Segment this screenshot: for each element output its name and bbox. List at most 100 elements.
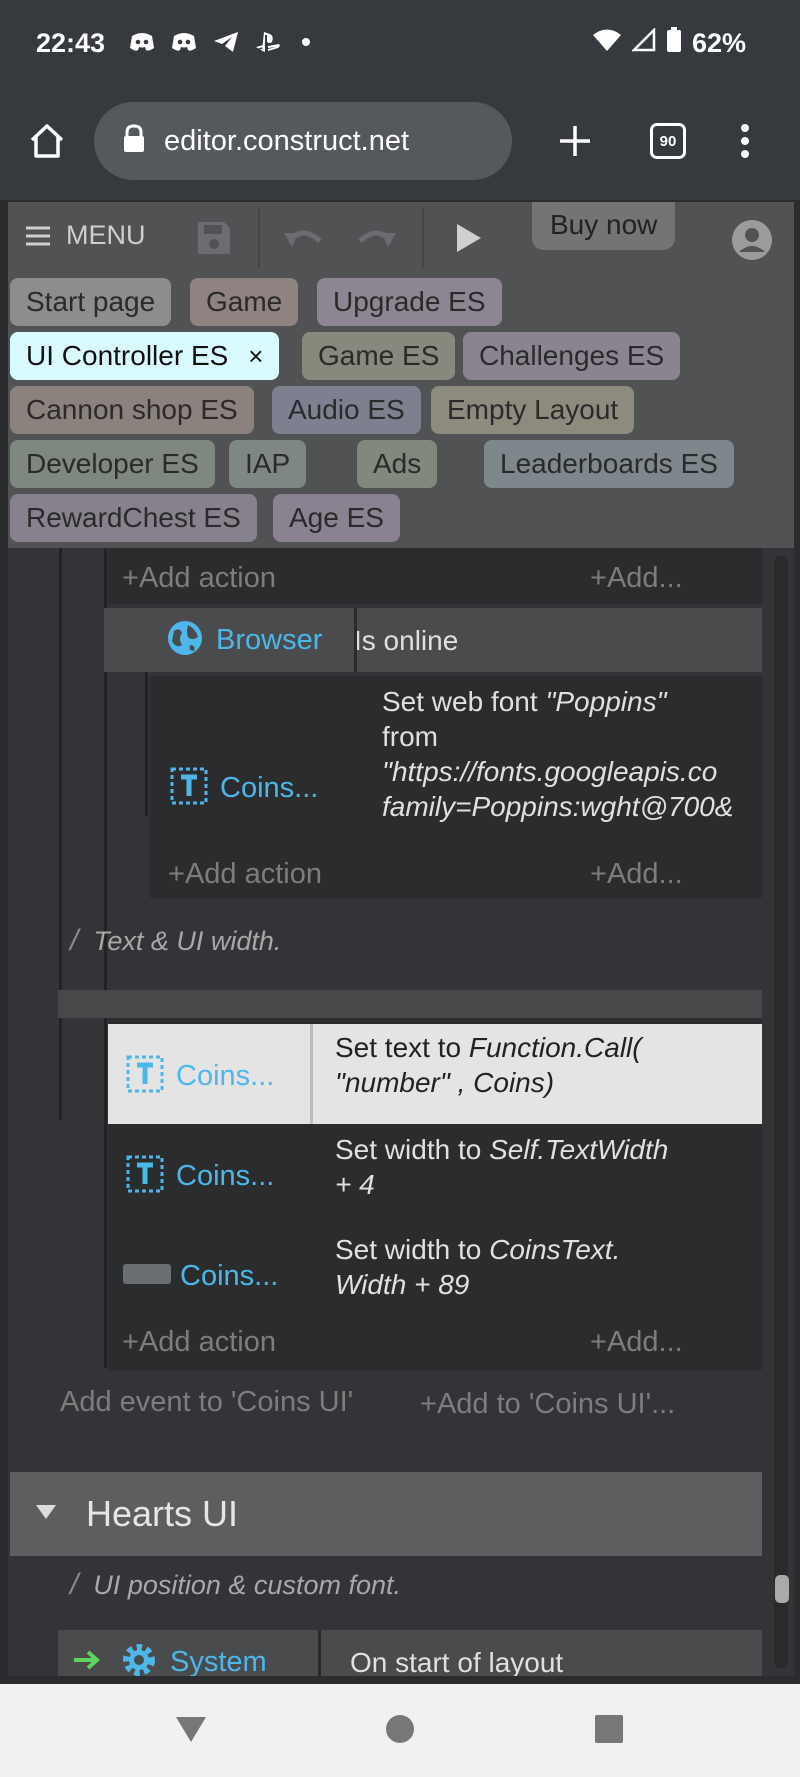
- recents-icon[interactable]: [594, 1714, 624, 1749]
- action-text[interactable]: Set width to Self.TextWidth + 4: [335, 1132, 668, 1202]
- column-divider: [318, 1630, 321, 1676]
- tab-upgrade-es[interactable]: Upgrade ES: [317, 278, 502, 326]
- main-menu-button[interactable]: MENU: [24, 220, 146, 251]
- condition-text: On start of layout: [350, 1646, 564, 1677]
- address-bar[interactable]: editor.construct.net: [94, 102, 512, 180]
- home-icon[interactable]: [22, 116, 72, 166]
- back-icon[interactable]: [174, 1714, 208, 1749]
- add-more-button[interactable]: + Add...: [590, 852, 683, 896]
- battery-icon: [666, 27, 682, 60]
- text-object-icon: [126, 1155, 164, 1198]
- editor-toolbar: MENU Buy now: [8, 202, 794, 274]
- system-navigation-bar: [0, 1684, 800, 1777]
- tab-label: UI Controller ES: [26, 340, 229, 371]
- buy-now-button[interactable]: Buy now: [532, 202, 676, 250]
- signal-icon: [630, 26, 656, 59]
- globe-icon: [166, 619, 204, 662]
- tab-age-es[interactable]: Age ES: [273, 494, 400, 542]
- event-comment[interactable]: / Text & UI width.: [70, 924, 281, 958]
- tab-challenges-es[interactable]: Challenges ES: [463, 332, 681, 380]
- event-comment[interactable]: / UI position & custom font.: [70, 1568, 401, 1602]
- condition-text: Is online: [354, 624, 459, 656]
- column-divider: [310, 1024, 313, 1124]
- browser-toolbar: editor.construct.net 90: [0, 88, 800, 200]
- notification-icons: [128, 30, 324, 54]
- add-action-label: Add action: [138, 561, 276, 594]
- add-to-group-button[interactable]: + Add to 'Coins UI'...: [420, 1382, 675, 1426]
- scrollbar-thumb[interactable]: [775, 1575, 789, 1603]
- tab-label: Audio ES: [288, 394, 405, 425]
- undo-icon[interactable]: [282, 218, 326, 258]
- telegram-icon: [212, 30, 240, 54]
- user-account-icon[interactable]: [732, 220, 772, 260]
- tab-game[interactable]: Game: [190, 278, 299, 326]
- tab-rewardchest-es[interactable]: RewardChest ES: [10, 494, 257, 542]
- save-icon[interactable]: [192, 218, 236, 258]
- tab-ads[interactable]: Ads: [357, 440, 438, 488]
- close-tab-icon[interactable]: ×: [248, 341, 263, 372]
- action-text[interactable]: Set width to CoinsText. Width + 89: [335, 1232, 620, 1302]
- discord-icon: [128, 30, 156, 54]
- tab-iap[interactable]: IAP: [229, 440, 307, 488]
- tab-label: Leaderboards ES: [500, 448, 718, 479]
- nesting-line: [59, 548, 62, 1120]
- preview-play-icon[interactable]: [446, 218, 490, 258]
- collapse-triangle-icon[interactable]: [34, 1503, 58, 1526]
- tab-ui-controller-es[interactable]: UI Controller ES ×: [10, 332, 280, 380]
- tab-leaderboards-es[interactable]: Leaderboards ES: [484, 440, 734, 488]
- redo-icon[interactable]: [354, 218, 398, 258]
- clock: 22:43: [36, 28, 106, 58]
- tab-cannon-shop-es[interactable]: Cannon shop ES: [10, 386, 254, 434]
- action-text[interactable]: Set web font "Poppins" from "https://fon…: [382, 684, 762, 824]
- home-nav-icon[interactable]: [385, 1714, 415, 1749]
- add-event-button[interactable]: Add event to 'Coins UI': [60, 1380, 353, 1424]
- construct-editor: MENU Buy now Start page Game Upgrade ES …: [8, 202, 794, 1676]
- more-options-icon[interactable]: [720, 116, 770, 166]
- tab-developer-es[interactable]: Developer ES: [10, 440, 215, 488]
- comment-slash-icon: /: [70, 1568, 79, 1601]
- tab-game-es[interactable]: Game ES: [302, 332, 456, 380]
- text-object-icon: [126, 1055, 164, 1098]
- tab-switcher-button[interactable]: 90: [643, 116, 693, 166]
- tab-label: IAP: [245, 448, 291, 479]
- add-action-button[interactable]: + Add action: [122, 1320, 276, 1364]
- column-divider: [356, 684, 359, 854]
- add-more-button[interactable]: + Add...: [590, 556, 683, 600]
- url-text: editor.construct.net: [164, 124, 410, 157]
- event-group-header[interactable]: Hearts UI: [10, 1472, 762, 1556]
- comment-slash-icon: /: [70, 924, 79, 957]
- tab-empty-layout[interactable]: Empty Layout: [431, 386, 635, 434]
- action-text[interactable]: Set text to Function.Call( "number" , Co…: [335, 1030, 642, 1100]
- battery-percent: 62%: [691, 28, 746, 58]
- add-more-button[interactable]: + Add...: [590, 1320, 683, 1364]
- event-sheet[interactable]: + Add action + Add... Browser Is online …: [8, 548, 794, 1676]
- action-object[interactable]: Coins...: [126, 1154, 274, 1198]
- action-object[interactable]: Coins...: [122, 1254, 278, 1298]
- tab-count: 90: [650, 123, 686, 159]
- add-more-label: Add...: [606, 561, 683, 594]
- condition-object: Browser: [216, 623, 323, 656]
- wifi-icon: [592, 28, 622, 59]
- tab-label: Cannon shop ES: [26, 394, 238, 425]
- tab-label: Developer ES: [26, 448, 199, 479]
- condition-row[interactable]: Browser Is online: [104, 608, 762, 672]
- condition-row[interactable]: System On start of layout: [58, 1630, 762, 1676]
- tab-label: Game: [206, 286, 283, 317]
- tab-label: RewardChest ES: [26, 502, 241, 533]
- nesting-line: [145, 666, 148, 816]
- status-bar: 22:43 62%: [0, 0, 800, 88]
- gear-icon: [120, 1641, 158, 1677]
- tab-label: Ads: [373, 448, 422, 479]
- event-row[interactable]: [58, 990, 762, 1018]
- add-action-button[interactable]: + Add action: [122, 556, 276, 600]
- tab-audio-es[interactable]: Audio ES: [272, 386, 421, 434]
- tab-start-page[interactable]: Start page: [10, 278, 172, 326]
- add-action-button[interactable]: + Add action: [168, 852, 322, 896]
- scrollbar-track[interactable]: [774, 556, 788, 1668]
- action-object[interactable]: Coins...: [170, 766, 318, 810]
- action-object[interactable]: Coins...: [126, 1054, 274, 1098]
- toolbar-divider: [422, 208, 424, 268]
- lock-icon: [122, 123, 146, 159]
- new-tab-icon[interactable]: [550, 116, 600, 166]
- tab-label: Empty Layout: [447, 394, 619, 425]
